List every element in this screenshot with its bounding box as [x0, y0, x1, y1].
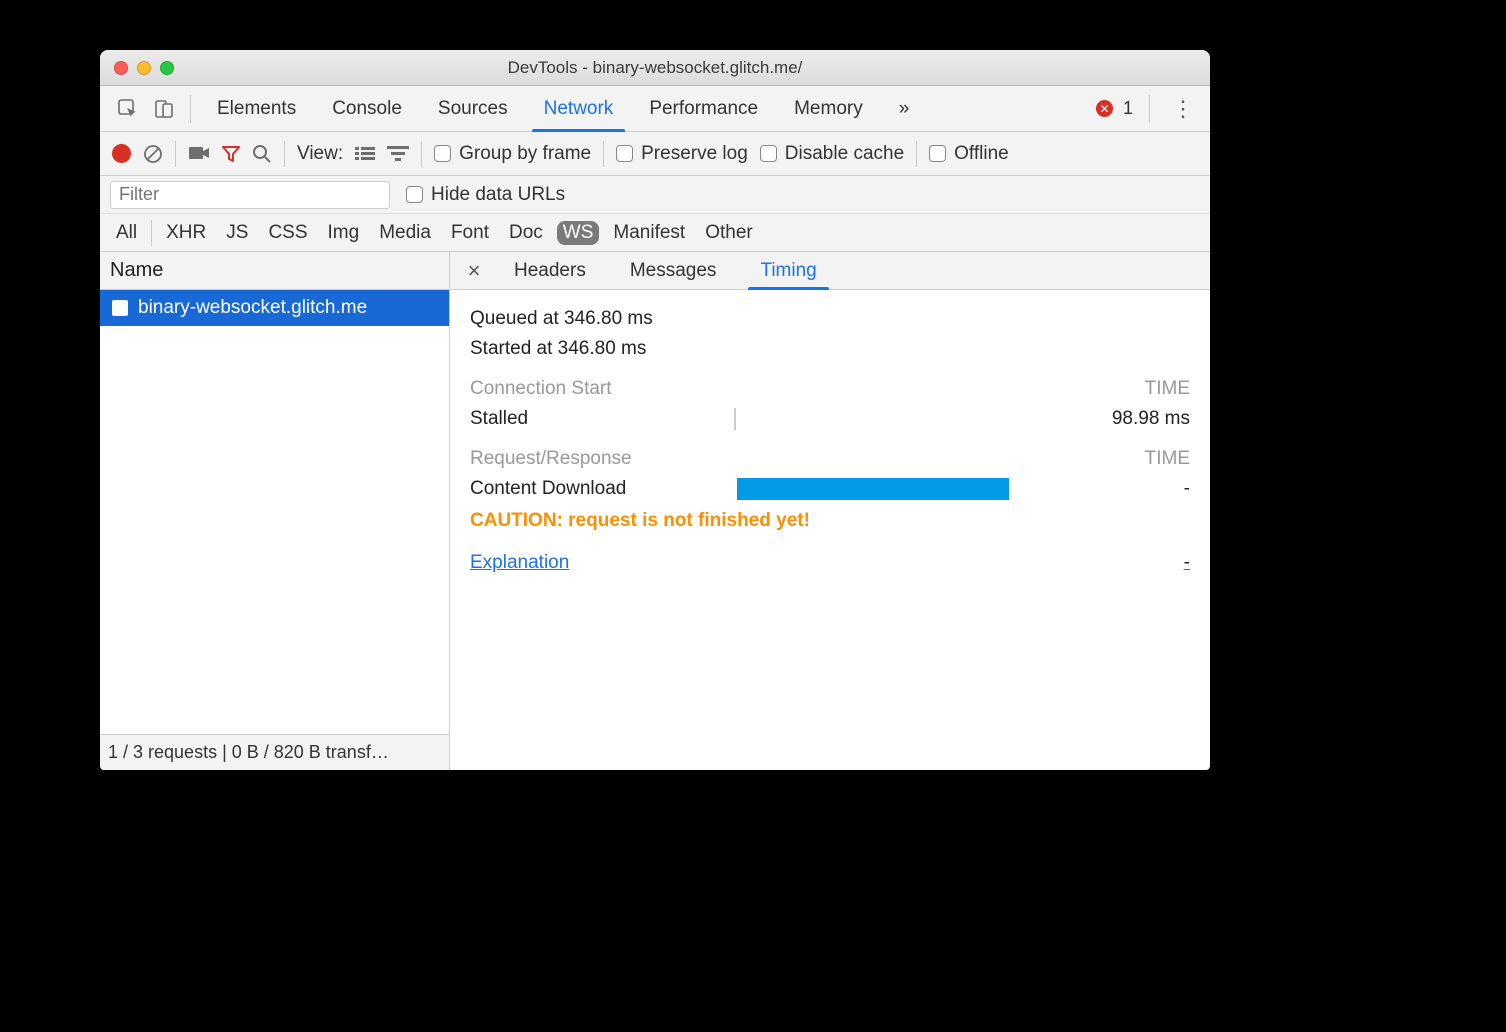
filter-icon[interactable] [222, 145, 240, 163]
toolbar-right: ✕ 1 ⋮ [1096, 95, 1200, 123]
titlebar: DevTools - binary-websocket.glitch.me/ [100, 50, 1210, 86]
detail-tab-timing[interactable]: Timing [738, 252, 838, 289]
maximize-window-button[interactable] [160, 61, 174, 75]
content-download-bar [730, 478, 1070, 500]
filter-bar: Hide data URLs [100, 176, 1210, 214]
divider [421, 141, 422, 167]
tab-memory[interactable]: Memory [776, 86, 881, 131]
timing-panel: Queued at 346.80 ms Started at 346.80 ms… [450, 290, 1210, 770]
record-button[interactable] [112, 144, 131, 163]
clear-icon[interactable] [143, 144, 163, 164]
detail-tab-messages[interactable]: Messages [608, 252, 739, 289]
request-response-header: Request/Response TIME [470, 448, 1190, 470]
divider [151, 220, 152, 246]
type-css[interactable]: CSS [262, 221, 313, 245]
window-controls [114, 61, 174, 75]
window-title: DevTools - binary-websocket.glitch.me/ [100, 58, 1210, 78]
hide-data-urls-label: Hide data URLs [431, 184, 565, 206]
divider [190, 95, 191, 123]
request-name: binary-websocket.glitch.me [138, 297, 367, 319]
offline-checkbox[interactable]: Offline [929, 143, 1009, 165]
capture-screenshot-icon[interactable] [188, 146, 210, 162]
hide-data-urls-checkbox[interactable]: Hide data URLs [406, 184, 565, 206]
detail-pane: × Headers Messages Timing Queued at 346.… [450, 252, 1210, 770]
inspect-element-icon[interactable] [115, 96, 141, 122]
tab-sources[interactable]: Sources [420, 86, 526, 131]
type-manifest[interactable]: Manifest [607, 221, 691, 245]
content-download-label: Content Download [470, 478, 730, 500]
detail-tabs: × Headers Messages Timing [450, 252, 1210, 290]
preserve-log-checkbox[interactable]: Preserve log [616, 143, 748, 165]
explanation-dash: - [1184, 552, 1190, 574]
minimize-window-button[interactable] [137, 61, 151, 75]
close-detail-button[interactable]: × [456, 252, 492, 289]
explanation-link[interactable]: Explanation [470, 552, 569, 574]
type-filter-bar: All XHR JS CSS Img Media Font Doc WS Man… [100, 214, 1210, 252]
explanation-row: Explanation - [470, 552, 1190, 574]
panel-tabs: Elements Console Sources Network Perform… [199, 86, 927, 131]
document-icon [112, 300, 128, 316]
stalled-label: Stalled [470, 408, 730, 430]
type-xhr[interactable]: XHR [160, 221, 212, 245]
network-toolbar: View: Group by frame Preserve log Disabl… [100, 132, 1210, 176]
divider [175, 141, 176, 167]
devtools-window: DevTools - binary-websocket.glitch.me/ E… [100, 50, 1210, 770]
content-download-value: - [1070, 478, 1190, 500]
overview-icon[interactable] [387, 146, 409, 162]
close-window-button[interactable] [114, 61, 128, 75]
type-all[interactable]: All [110, 221, 143, 245]
content-area: Name binary-websocket.glitch.me 1 / 3 re… [100, 252, 1210, 770]
content-download-row: Content Download - [470, 478, 1190, 500]
search-icon[interactable] [252, 144, 272, 164]
type-font[interactable]: Font [445, 221, 495, 245]
view-label: View: [297, 143, 343, 165]
disable-cache-label: Disable cache [785, 143, 904, 165]
status-bar: 1 / 3 requests | 0 B / 820 B transf… [100, 734, 449, 770]
large-rows-icon[interactable] [355, 146, 375, 162]
disable-cache-checkbox[interactable]: Disable cache [760, 143, 904, 165]
caution-text: CAUTION: request is not finished yet! [470, 510, 1190, 532]
type-ws[interactable]: WS [557, 221, 600, 245]
connection-start-header: Connection Start TIME [470, 378, 1190, 400]
stalled-row: Stalled 98.98 ms [470, 408, 1190, 430]
tab-console[interactable]: Console [314, 86, 420, 131]
type-img[interactable]: Img [322, 221, 366, 245]
request-list: Name binary-websocket.glitch.me 1 / 3 re… [100, 252, 450, 770]
type-media[interactable]: Media [373, 221, 437, 245]
request-rows: binary-websocket.glitch.me [100, 290, 449, 734]
group-by-frame-checkbox[interactable]: Group by frame [434, 143, 591, 165]
type-other[interactable]: Other [699, 221, 759, 245]
divider [916, 141, 917, 167]
filter-input[interactable] [110, 181, 390, 209]
type-js[interactable]: JS [220, 221, 254, 245]
divider [284, 141, 285, 167]
divider [603, 141, 604, 167]
request-response-title: Request/Response [470, 448, 632, 470]
tab-elements[interactable]: Elements [199, 86, 314, 131]
started-at: Started at 346.80 ms [470, 338, 1190, 360]
preserve-log-label: Preserve log [641, 143, 748, 165]
main-toolbar: Elements Console Sources Network Perform… [100, 86, 1210, 132]
connection-start-title: Connection Start [470, 378, 612, 400]
name-column-header[interactable]: Name [100, 252, 449, 290]
type-doc[interactable]: Doc [503, 221, 549, 245]
divider [1149, 95, 1150, 123]
tab-more[interactable]: » [881, 86, 928, 131]
error-badge-icon[interactable]: ✕ [1096, 100, 1113, 117]
request-row[interactable]: binary-websocket.glitch.me [100, 290, 449, 326]
error-count[interactable]: 1 [1123, 98, 1133, 119]
tab-network[interactable]: Network [526, 86, 632, 131]
stalled-bar [730, 408, 1070, 430]
detail-tab-headers[interactable]: Headers [492, 252, 608, 289]
group-by-frame-label: Group by frame [459, 143, 591, 165]
time-label: TIME [1145, 378, 1190, 400]
offline-label: Offline [954, 143, 1009, 165]
device-toolbar-icon[interactable] [151, 96, 177, 122]
queued-at: Queued at 346.80 ms [470, 308, 1190, 330]
tab-performance[interactable]: Performance [631, 86, 776, 131]
time-label: TIME [1145, 448, 1190, 470]
stalled-value: 98.98 ms [1070, 408, 1190, 430]
more-menu-icon[interactable]: ⋮ [1166, 96, 1200, 122]
